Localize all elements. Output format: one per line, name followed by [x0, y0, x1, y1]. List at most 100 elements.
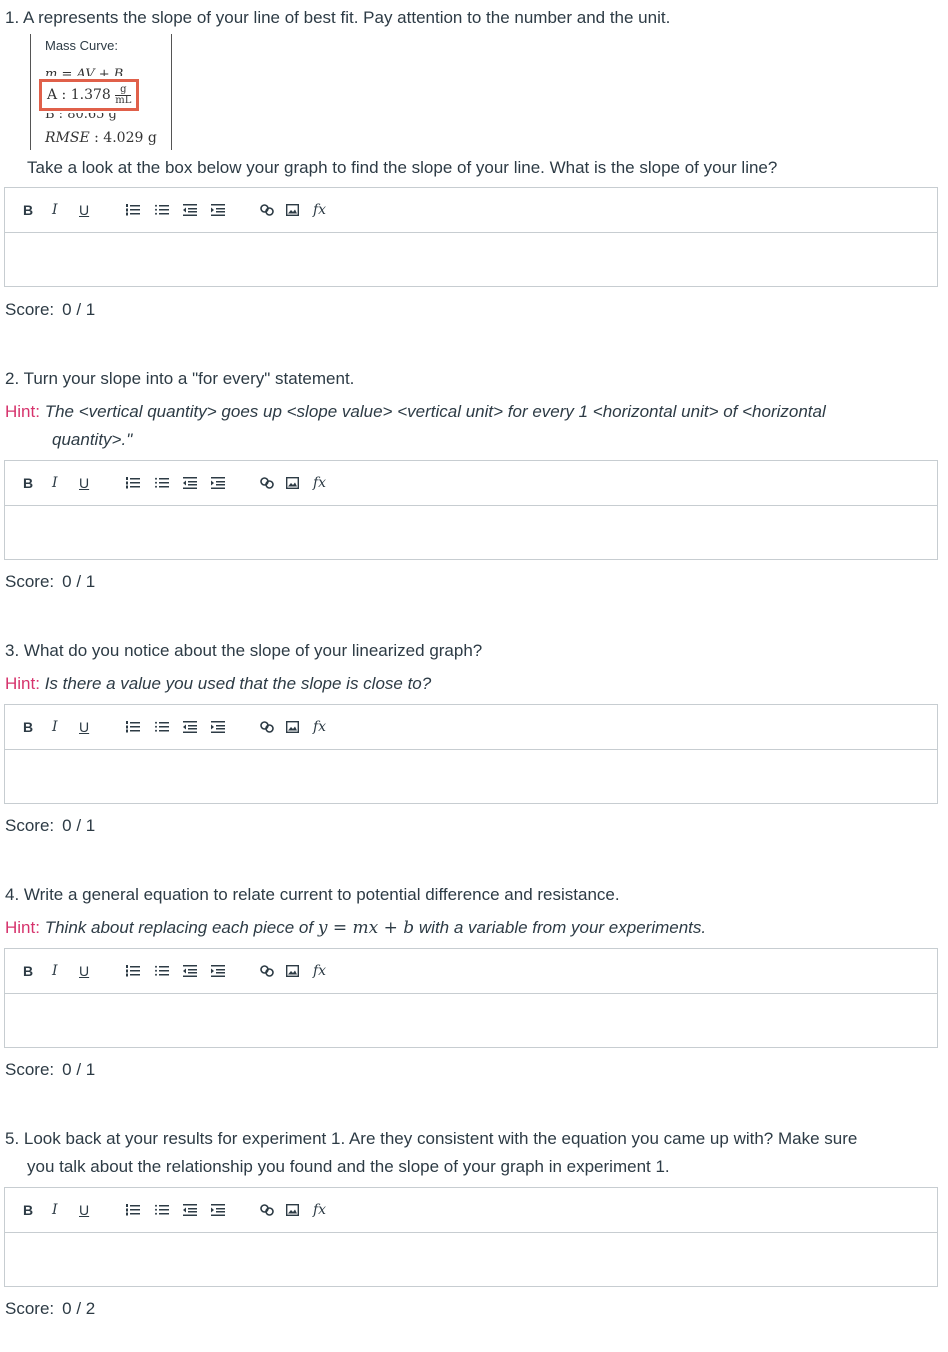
editor-toolbar: B I U fx	[5, 461, 937, 506]
italic-button[interactable]: I	[52, 719, 58, 735]
editor-toolbar: B I U fx	[5, 949, 937, 994]
hint-label: Hint:	[5, 674, 40, 693]
score-1: Score: 0 / 1	[5, 298, 95, 322]
score-label: Score:	[5, 1060, 55, 1079]
formula-button[interactable]: fx	[313, 475, 326, 491]
editor-toolbar: B I U fx	[5, 705, 937, 750]
answer-editor-2[interactable]: B I U fx	[4, 460, 938, 560]
hint-body-before: Think about replacing each piece of	[44, 918, 314, 937]
answer-editor-5[interactable]: B I U fx	[4, 1187, 938, 1287]
italic-button[interactable]: I	[52, 963, 58, 979]
outdent-icon[interactable]	[183, 1204, 197, 1216]
bullet-list-icon[interactable]	[155, 477, 169, 489]
outdent-icon[interactable]	[183, 721, 197, 733]
image-icon[interactable]	[286, 721, 299, 733]
bullet-list-icon[interactable]	[155, 965, 169, 977]
link-icon[interactable]	[260, 477, 274, 489]
image-icon[interactable]	[286, 1204, 299, 1216]
formula-button[interactable]: fx	[313, 202, 326, 218]
slope-a-value: A : 1.378	[47, 87, 111, 103]
score-value: 0 / 1	[62, 572, 96, 591]
ordered-list-icon[interactable]	[126, 1204, 140, 1216]
answer-editor-4[interactable]: B I U fx	[4, 948, 938, 1048]
mass-curve-title: Mass Curve:	[45, 38, 118, 53]
italic-button[interactable]: I	[52, 1202, 58, 1218]
score-2: Score: 0 / 1	[5, 570, 95, 594]
bold-button[interactable]: B	[23, 475, 33, 491]
indent-icon[interactable]	[211, 721, 225, 733]
mass-curve-equation: m = AV + B	[45, 67, 124, 76]
score-value: 0 / 1	[62, 300, 96, 319]
bullet-list-icon[interactable]	[155, 1204, 169, 1216]
bold-button[interactable]: B	[23, 202, 33, 218]
editor-text-area[interactable]	[5, 1233, 937, 1286]
ordered-list-icon[interactable]	[126, 721, 140, 733]
bullet-list-icon[interactable]	[155, 204, 169, 216]
editor-text-area[interactable]	[5, 750, 937, 803]
slope-a-unit: g mL	[115, 83, 132, 106]
slope-highlight-box: A : 1.378 g mL	[39, 79, 139, 111]
indent-icon[interactable]	[211, 1204, 225, 1216]
score-4: Score: 0 / 1	[5, 1058, 95, 1082]
indent-icon[interactable]	[211, 204, 225, 216]
answer-editor-3[interactable]: B I U fx	[4, 704, 938, 804]
score-label: Score:	[5, 1299, 55, 1318]
image-icon[interactable]	[286, 477, 299, 489]
hint-label: Hint:	[5, 918, 40, 937]
image-icon[interactable]	[286, 204, 299, 216]
formula-button[interactable]: fx	[313, 1202, 326, 1218]
outdent-icon[interactable]	[183, 204, 197, 216]
hint-equation: y = mx + b	[317, 918, 415, 938]
hint-2-continued: quantity>."	[52, 430, 133, 449]
outdent-icon[interactable]	[183, 965, 197, 977]
editor-toolbar: B I U fx	[5, 188, 937, 233]
hint-4: Hint: Think about replacing each piece o…	[5, 914, 905, 942]
question-3-text: 3. What do you notice about the slope of…	[5, 641, 483, 660]
bold-button[interactable]: B	[23, 963, 33, 979]
hint-body: Is there a value you used that the slope…	[44, 674, 432, 693]
bold-button[interactable]: B	[23, 1202, 33, 1218]
outdent-icon[interactable]	[183, 477, 197, 489]
editor-text-area[interactable]	[5, 233, 937, 286]
rmse-value: RMSE : 4.029 g	[45, 130, 157, 146]
ordered-list-icon[interactable]	[126, 204, 140, 216]
mass-curve-box: Mass Curve: m = AV + B A : 1.378 g mL B …	[30, 34, 172, 150]
indent-icon[interactable]	[211, 477, 225, 489]
hint-body: The <vertical quantity> goes up <slope v…	[44, 402, 826, 421]
italic-button[interactable]: I	[52, 202, 58, 218]
bullet-list-icon[interactable]	[155, 721, 169, 733]
ordered-list-icon[interactable]	[126, 965, 140, 977]
score-value: 0 / 1	[62, 1060, 96, 1079]
score-value: 0 / 1	[62, 816, 96, 835]
underline-button[interactable]: U	[79, 719, 89, 735]
hint-3: Hint: Is there a value you used that the…	[5, 670, 905, 698]
underline-button[interactable]: U	[79, 475, 89, 491]
score-value: 0 / 2	[62, 1299, 96, 1318]
underline-button[interactable]: U	[79, 202, 89, 218]
formula-button[interactable]: fx	[313, 719, 326, 735]
hint-body-after: with a variable from your experiments.	[418, 918, 707, 937]
underline-button[interactable]: U	[79, 1202, 89, 1218]
link-icon[interactable]	[260, 965, 274, 977]
score-label: Score:	[5, 300, 55, 319]
formula-button[interactable]: fx	[313, 963, 326, 979]
question-1-prompt: Take a look at the box below your graph …	[27, 158, 778, 177]
ordered-list-icon[interactable]	[126, 477, 140, 489]
indent-icon[interactable]	[211, 965, 225, 977]
editor-text-area[interactable]	[5, 994, 937, 1047]
hint-2: Hint: The <vertical quantity> goes up <s…	[5, 398, 905, 426]
link-icon[interactable]	[260, 1204, 274, 1216]
editor-text-area[interactable]	[5, 506, 937, 559]
answer-editor-1[interactable]: B I U fx	[4, 187, 938, 287]
bold-button[interactable]: B	[23, 719, 33, 735]
score-label: Score:	[5, 816, 55, 835]
editor-toolbar: B I U fx	[5, 1188, 937, 1233]
italic-button[interactable]: I	[52, 475, 58, 491]
question-5-text: 5. Look back at your results for experim…	[5, 1129, 858, 1148]
link-icon[interactable]	[260, 721, 274, 733]
question-5-text-continued: you talk about the relationship you foun…	[27, 1157, 670, 1176]
link-icon[interactable]	[260, 204, 274, 216]
underline-button[interactable]: U	[79, 963, 89, 979]
question-4-text: 4. Write a general equation to relate cu…	[5, 885, 620, 904]
image-icon[interactable]	[286, 965, 299, 977]
